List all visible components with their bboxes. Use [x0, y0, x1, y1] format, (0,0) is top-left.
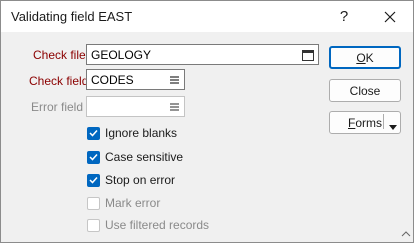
check-field-label: Check field — [29, 74, 89, 88]
forms-split-divider — [383, 114, 384, 129]
check-file-input[interactable]: GEOLOGY — [86, 44, 319, 65]
case-sensitive-checkbox[interactable]: Case sensitive — [87, 149, 183, 165]
ok-button[interactable]: OK — [329, 46, 401, 69]
check-field-value: CODES — [91, 73, 134, 87]
mark-error-label: Mark error — [105, 196, 161, 210]
list-icon[interactable] — [167, 73, 181, 87]
browse-window-icon[interactable] — [301, 48, 315, 62]
ignore-blanks-checkbox[interactable]: Ignore blanks — [87, 125, 177, 141]
close-button-label: Close — [349, 83, 381, 98]
ok-button-label: OK — [356, 50, 374, 65]
forms-button-label: Forms — [348, 115, 383, 130]
error-field-label: Error field — [31, 100, 84, 114]
check-field-input[interactable]: CODES — [86, 69, 185, 90]
checkbox-checked-icon — [87, 173, 100, 187]
checkbox-unchecked-icon — [87, 218, 100, 232]
resize-grip-icon[interactable] — [401, 226, 411, 240]
use-filtered-records-checkbox[interactable]: Use filtered records — [87, 217, 209, 233]
checkbox-unchecked-icon — [87, 196, 100, 210]
validating-field-dialog: Validating field EAST ? Check file GEOLO… — [0, 0, 414, 243]
mark-error-checkbox[interactable]: Mark error — [87, 195, 160, 211]
error-field-input[interactable] — [86, 96, 185, 117]
help-button[interactable]: ? — [321, 1, 367, 32]
chevron-down-icon[interactable] — [389, 119, 397, 133]
close-icon — [384, 11, 396, 22]
list-icon[interactable] — [167, 100, 181, 114]
help-icon: ? — [339, 8, 349, 25]
window-title: Validating field EAST — [11, 9, 133, 24]
use-filtered-records-label: Use filtered records — [105, 218, 210, 232]
title-bar: Validating field EAST ? — [1, 1, 413, 32]
stop-on-error-checkbox[interactable]: Stop on error — [87, 172, 175, 188]
checkbox-checked-icon — [87, 150, 100, 164]
checkbox-checked-icon — [87, 126, 100, 140]
case-sensitive-label: Case sensitive — [105, 150, 184, 164]
close-window-button[interactable] — [367, 1, 413, 32]
close-button[interactable]: Close — [329, 79, 401, 102]
check-file-value: GEOLOGY — [91, 48, 152, 62]
check-file-label: Check file — [33, 48, 86, 62]
stop-on-error-label: Stop on error — [105, 173, 176, 187]
ignore-blanks-label: Ignore blanks — [105, 126, 178, 140]
